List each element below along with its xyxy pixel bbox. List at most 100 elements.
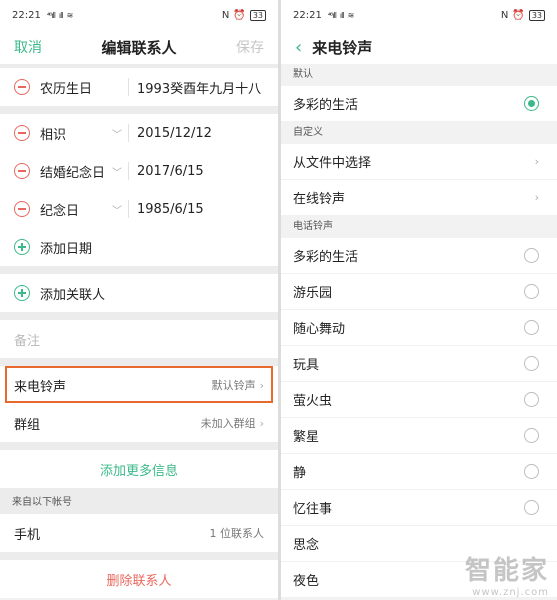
date-row-met[interactable]: 相识 ﹀ 2015/12/12: [0, 114, 278, 152]
save-button[interactable]: 保存: [236, 37, 264, 57]
field-value[interactable]: 1985/6/15: [137, 202, 204, 217]
group-value: 未加入群组: [200, 417, 256, 430]
watermark-brand: 智能家: [464, 556, 549, 586]
ringtone-option[interactable]: 游乐园: [281, 274, 557, 310]
chevron-right-icon: ›: [259, 378, 264, 392]
signal-icon-2: ıll: [58, 10, 64, 20]
account-row[interactable]: 手机 1 位联系人: [0, 514, 278, 552]
chevron-down-icon[interactable]: ﹀: [112, 126, 126, 141]
wifi-icon: ≋: [66, 10, 74, 20]
remove-icon[interactable]: [14, 79, 30, 95]
ringtone-name: 思念: [293, 538, 320, 553]
add-icon: [14, 239, 30, 255]
wifi-icon: ≋: [347, 10, 355, 20]
battery-icon: 33: [249, 9, 266, 21]
notes-field[interactable]: 备注: [0, 320, 278, 358]
ringtone-name: 忆往事: [293, 502, 333, 517]
page-title: 来电铃声: [312, 38, 373, 57]
nfc-icon: N: [221, 9, 230, 21]
status-bar: 22:21 ⁴⁶ıll ıll ≋ N ⏰ 33: [0, 0, 278, 30]
ringtone-name: 繁星: [293, 430, 320, 445]
ringtone-option[interactable]: 萤火虫: [281, 382, 557, 418]
ringtone-screen: 22:21 ⁴⁶ıll ıll ≋ N ⏰ 33 ‹ 来电铃声 默认 多彩的生活…: [281, 0, 557, 600]
field-value[interactable]: 2017/6/15: [137, 164, 204, 179]
radio-icon[interactable]: [524, 284, 539, 299]
account-section-header: 来自以下帐号: [0, 492, 278, 514]
remove-icon[interactable]: [14, 201, 30, 217]
ringtone-name: 多彩的生活: [293, 98, 359, 113]
account-label: 手机: [14, 527, 41, 543]
add-related-button[interactable]: 添加关联人: [0, 274, 278, 312]
field-label: 结婚纪念日: [40, 165, 106, 181]
radio-icon[interactable]: [524, 356, 539, 371]
cancel-button[interactable]: 取消: [14, 37, 42, 57]
edit-contact-screen: 22:21 ⁴⁶ıll ıll ≋ N ⏰ 33 取消 编辑联系人 保存 农历生…: [0, 0, 278, 600]
alarm-icon: ⏰: [512, 9, 525, 21]
status-time: 22:21: [12, 9, 41, 21]
remove-icon[interactable]: [14, 163, 30, 179]
ringtone-row[interactable]: 来电铃声 默认铃声 ›: [0, 366, 278, 404]
anniversary-group: 相识 ﹀ 2015/12/12 结婚纪念日 ﹀ 2017/6/15 纪念日 ﹀ …: [0, 114, 278, 266]
phone-ringtones-header: 电话铃声: [281, 216, 557, 238]
custom-section-header: 自定义: [281, 122, 557, 144]
ringtone-option[interactable]: 玩具: [281, 346, 557, 382]
radio-selected-icon[interactable]: [524, 96, 539, 111]
nfc-icon: N: [500, 9, 509, 21]
ringtone-navbar: ‹ 来电铃声: [281, 30, 557, 64]
radio-icon[interactable]: [524, 464, 539, 479]
radio-icon[interactable]: [524, 392, 539, 407]
group-label: 群组: [14, 417, 41, 433]
ringtone-value: 默认铃声: [211, 379, 256, 392]
date-row-wedding[interactable]: 结婚纪念日 ﹀ 2017/6/15: [0, 152, 278, 190]
ringtone-option[interactable]: 静: [281, 454, 557, 490]
add-more-info-button[interactable]: 添加更多信息: [0, 450, 278, 488]
choose-from-file[interactable]: 从文件中选择 ›: [281, 144, 557, 180]
remove-icon[interactable]: [14, 125, 30, 141]
ringtone-name: 玩具: [293, 358, 320, 373]
online-ringtone[interactable]: 在线铃声 ›: [281, 180, 557, 216]
field-label: 相识: [40, 127, 67, 143]
ringtone-option[interactable]: 繁星: [281, 418, 557, 454]
group-row[interactable]: 群组 未加入群组 ›: [0, 404, 278, 442]
delete-contact-button[interactable]: 删除联系人: [0, 560, 278, 598]
field-value[interactable]: 2015/12/12: [137, 126, 212, 141]
date-row-anniversary[interactable]: 纪念日 ﹀ 1985/6/15: [0, 190, 278, 228]
account-value: 1 位联系人: [209, 527, 265, 540]
ringtone-option[interactable]: 随心舞动: [281, 310, 557, 346]
chevron-down-icon[interactable]: ﹀: [112, 202, 126, 217]
delete-contact-label: 删除联系人: [106, 573, 172, 589]
default-section-header: 默认: [281, 64, 557, 86]
radio-icon[interactable]: [524, 500, 539, 515]
radio-icon[interactable]: [524, 248, 539, 263]
status-bar: 22:21 ⁴⁶ıll ıll ≋ N ⏰ 33: [281, 0, 557, 30]
ringtone-option-default[interactable]: 多彩的生活: [281, 86, 557, 122]
radio-icon[interactable]: [524, 320, 539, 335]
add-more-label: 添加更多信息: [99, 463, 178, 479]
chevron-right-icon: ›: [259, 416, 264, 430]
status-time: 22:21: [293, 9, 322, 21]
custom-item-label: 从文件中选择: [293, 156, 372, 171]
ringtone-name: 萤火虫: [293, 394, 333, 409]
edit-contact-navbar: 取消 编辑联系人 保存: [0, 30, 278, 64]
battery-icon: 33: [528, 9, 545, 21]
add-related-label: 添加关联人: [40, 287, 106, 303]
add-date-button[interactable]: 添加日期: [0, 228, 278, 266]
add-icon: [14, 285, 30, 301]
watermark-url: www.znj.com: [472, 587, 549, 598]
custom-item-label: 在线铃声: [293, 192, 346, 207]
ringtone-option[interactable]: 忆往事: [281, 490, 557, 526]
field-value[interactable]: 1993癸酉年九月十八: [137, 78, 261, 97]
back-arrow-icon[interactable]: ‹: [295, 37, 302, 58]
ringtone-name: 夜色: [293, 574, 320, 589]
chevron-right-icon: ›: [534, 155, 539, 168]
ringtone-name: 静: [293, 466, 307, 481]
ringtone-option[interactable]: 多彩的生活: [281, 238, 557, 274]
ringtone-name: 随心舞动: [293, 322, 346, 337]
date-row-lunar-birthday[interactable]: 农历生日 1993癸酉年九月十八: [0, 68, 278, 106]
watermark: 智能家 www.znj.com: [465, 550, 549, 598]
chevron-down-icon[interactable]: ﹀: [112, 164, 126, 179]
signal-icon-2: ıll: [339, 10, 345, 20]
radio-icon[interactable]: [524, 428, 539, 443]
chevron-right-icon: ›: [534, 191, 539, 204]
field-label: 农历生日: [40, 81, 93, 97]
